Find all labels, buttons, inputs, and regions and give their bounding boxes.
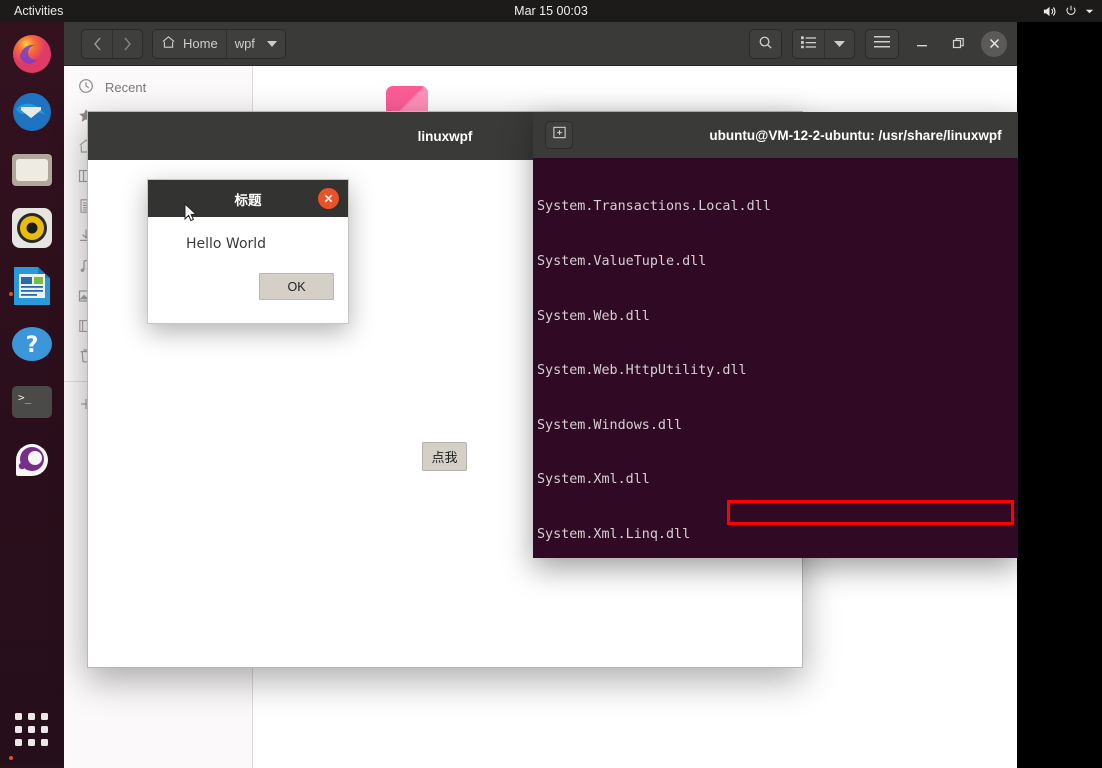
hamburger-menu-button[interactable]	[866, 30, 898, 58]
files-header-bar: Home wpf	[64, 22, 1017, 66]
thunderbird-icon	[10, 90, 54, 134]
ok-button-label: OK	[287, 280, 305, 294]
view-mode-group	[792, 29, 855, 59]
power-icon[interactable]	[1064, 4, 1078, 18]
breadcrumb-home[interactable]: Home	[153, 30, 226, 58]
dock-item-help[interactable]: ?	[8, 320, 56, 368]
terminal-line: System.Windows.dll	[535, 417, 1018, 435]
dock-item-terminal[interactable]: >_	[8, 378, 56, 426]
terminal-line: System.Web.dll	[535, 308, 1018, 326]
desktop-screen: Activities Mar 15 00:03	[0, 0, 1102, 768]
terminal-output[interactable]: System.Transactions.Local.dll System.Val…	[533, 158, 1018, 558]
gnome-top-bar: Activities Mar 15 00:03	[0, 0, 1102, 22]
linuxwpf-title-label: linuxwpf	[418, 129, 473, 144]
search-button[interactable]	[750, 30, 781, 58]
message-dialog: 标题 Hello World OK	[147, 179, 349, 324]
dock-item-files[interactable]	[8, 146, 56, 194]
dialog-title-label: 标题	[235, 189, 262, 209]
dock-item-ubuntu-software[interactable]	[8, 436, 56, 484]
terminal-header-bar: ubuntu@VM-12-2-ubuntu: /usr/share/linuxw…	[533, 112, 1018, 158]
clock-icon	[78, 78, 94, 97]
mouse-cursor	[184, 203, 198, 223]
running-indicator-terminal	[9, 756, 13, 760]
search-icon	[758, 35, 773, 53]
forward-button[interactable]	[112, 30, 142, 58]
back-button[interactable]	[82, 30, 112, 58]
svg-text:?: ?	[26, 333, 39, 358]
breadcrumb: Home wpf	[152, 29, 286, 59]
home-icon	[161, 35, 176, 52]
search-group	[749, 29, 782, 59]
dock-item-firefox[interactable]	[8, 30, 56, 78]
dialog-message: Hello World	[186, 236, 266, 252]
new-tab-icon	[552, 125, 567, 145]
new-tab-button[interactable]	[545, 121, 573, 149]
nav-buttons-group	[81, 29, 143, 59]
show-applications-button[interactable]	[14, 712, 50, 748]
close-icon[interactable]	[318, 188, 339, 209]
click-me-button[interactable]: 点我	[422, 442, 467, 471]
list-view-icon	[801, 35, 816, 52]
help-icon: ?	[10, 324, 54, 364]
clock-button[interactable]: Mar 15 00:03	[0, 0, 1102, 22]
menu-group	[865, 29, 899, 59]
volume-icon[interactable]	[1042, 4, 1057, 19]
terminal-line: System.Xml.Linq.dll	[535, 526, 1018, 544]
files-icon	[11, 152, 53, 188]
hamburger-menu-icon	[874, 36, 890, 51]
svg-text:>_: >_	[18, 391, 32, 404]
dock-item-libreoffice-writer[interactable]	[8, 262, 56, 310]
minimize-button[interactable]	[909, 31, 935, 57]
chevron-down-icon[interactable]	[267, 36, 277, 51]
dialog-title-bar[interactable]: 标题	[148, 180, 348, 217]
terminal-line: System.Xml.dll	[535, 471, 1018, 489]
rhythmbox-icon	[11, 207, 53, 249]
list-view-button[interactable]	[793, 30, 824, 58]
ubuntu-dock: ? >_	[0, 22, 64, 768]
view-dropdown-button[interactable]	[824, 30, 854, 58]
libreoffice-writer-icon	[12, 265, 52, 307]
chevron-down-icon	[834, 36, 845, 51]
maximize-button[interactable]	[945, 31, 971, 57]
terminal-window: ubuntu@VM-12-2-ubuntu: /usr/share/linuxw…	[533, 112, 1018, 558]
chevron-down-icon[interactable]	[1085, 7, 1094, 16]
terminal-icon: >_	[11, 385, 53, 419]
breadcrumb-wpf-label: wpf	[235, 36, 255, 51]
clock-label: Mar 15 00:03	[514, 4, 588, 18]
terminal-title-label: ubuntu@VM-12-2-ubuntu: /usr/share/linuxw…	[593, 112, 1018, 158]
dock-item-rhythmbox[interactable]	[8, 204, 56, 252]
breadcrumb-wpf[interactable]: wpf	[226, 30, 285, 58]
click-me-label: 点我	[431, 447, 457, 466]
ok-button[interactable]: OK	[259, 273, 334, 300]
ubuntu-software-icon	[10, 439, 54, 481]
terminal-line: System.Transactions.Local.dll	[535, 198, 1018, 216]
system-tray[interactable]	[1042, 0, 1094, 22]
breadcrumb-home-label: Home	[183, 36, 218, 51]
terminal-line: System.Web.HttpUtility.dll	[535, 362, 1018, 380]
dock-item-thunderbird[interactable]	[8, 88, 56, 136]
close-button[interactable]	[981, 31, 1007, 57]
firefox-icon	[10, 32, 54, 76]
terminal-line: System.ValueTuple.dll	[535, 253, 1018, 271]
sidebar-item-label: Recent	[105, 80, 146, 95]
sidebar-item-recent[interactable]: Recent	[64, 72, 252, 102]
